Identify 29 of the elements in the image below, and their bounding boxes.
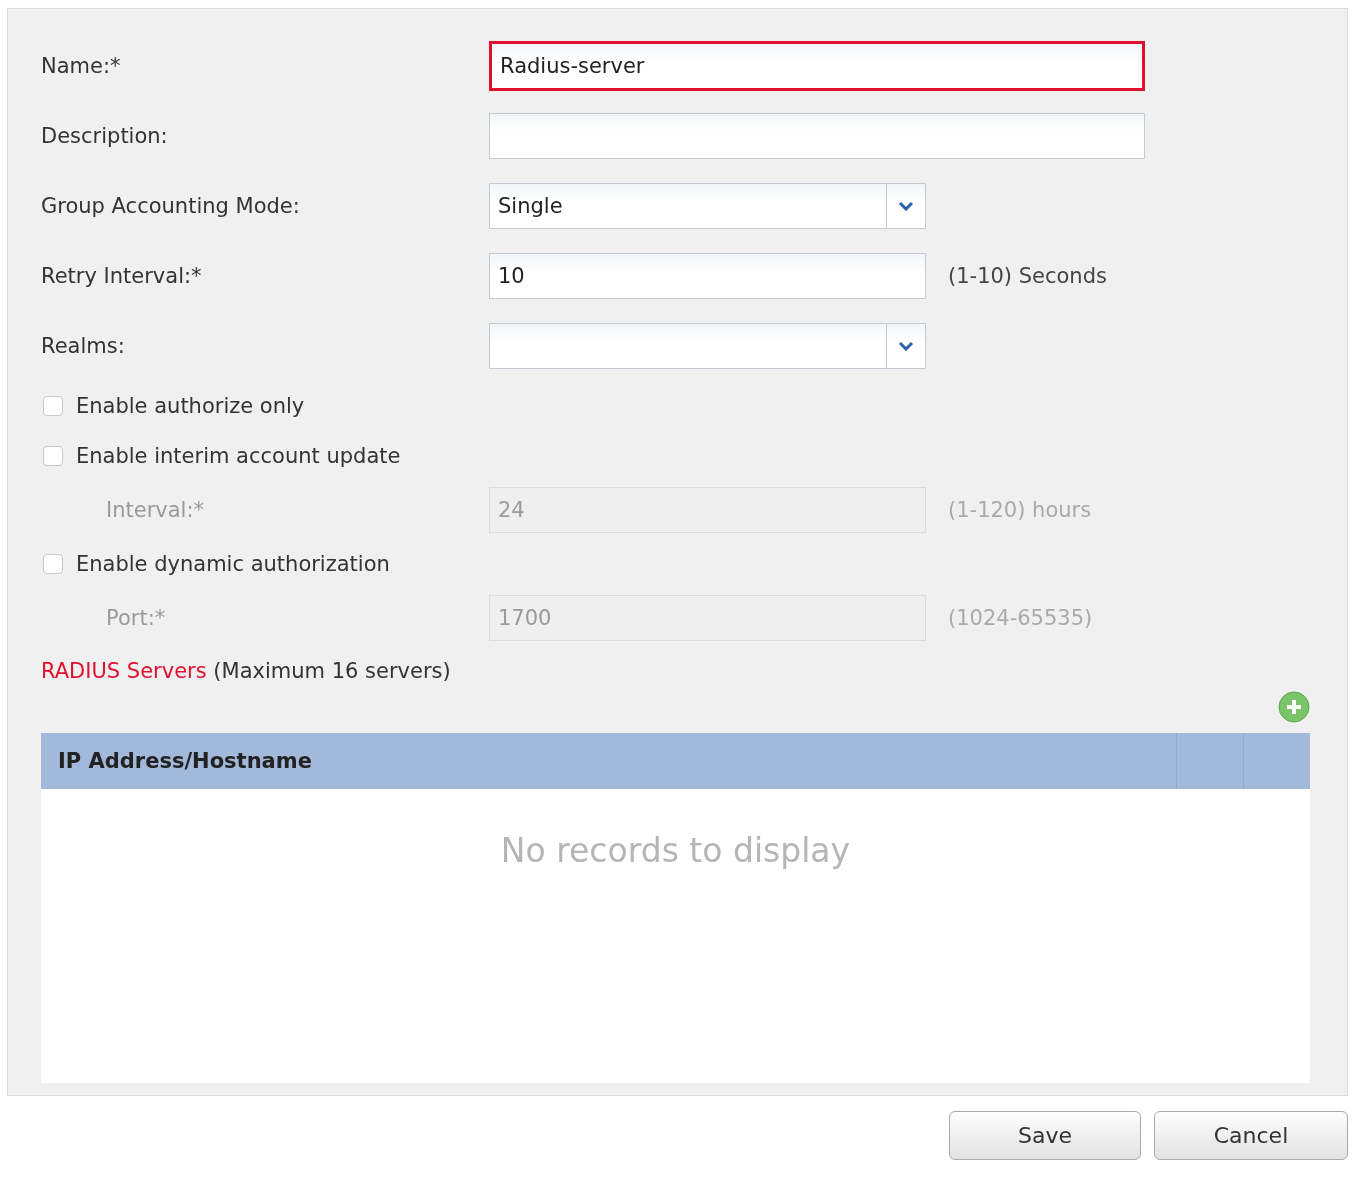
checkbox[interactable] bbox=[43, 554, 63, 574]
field-label: Description: bbox=[41, 124, 169, 148]
text-field[interactable]: 10 bbox=[489, 253, 926, 299]
field-label: Interval:* bbox=[106, 498, 205, 522]
checkbox[interactable] bbox=[43, 446, 63, 466]
text-field[interactable]: Radius-server bbox=[489, 41, 1145, 91]
section-heading: RADIUS Servers (Maximum 16 servers) bbox=[41, 659, 452, 683]
range-hint: (1024-65535) bbox=[948, 606, 1093, 630]
checkbox-label: Enable dynamic authorization bbox=[76, 552, 390, 576]
chevron-down-icon bbox=[898, 201, 914, 211]
field-label: Realms: bbox=[41, 334, 126, 358]
checkbox[interactable] bbox=[43, 396, 63, 416]
column-header[interactable]: IP Address/Hostname bbox=[41, 733, 1176, 789]
cancel-button[interactable]: Cancel bbox=[1154, 1111, 1348, 1160]
dropdown[interactable] bbox=[489, 323, 926, 369]
checkbox-label: Enable interim account update bbox=[76, 444, 401, 468]
field-label: Retry Interval:* bbox=[41, 264, 203, 288]
add-icon[interactable] bbox=[1278, 691, 1310, 723]
field-label: Port:* bbox=[106, 606, 167, 630]
range-hint: (1-10) Seconds bbox=[948, 264, 1107, 288]
save-button[interactable]: Save bbox=[949, 1111, 1141, 1160]
range-hint: (1-120) hours bbox=[948, 498, 1092, 522]
field-label: Name:* bbox=[41, 54, 122, 78]
empty-message: No records to display bbox=[500, 831, 851, 870]
field-label: Group Accounting Mode: bbox=[41, 194, 301, 218]
dropdown[interactable]: Single bbox=[489, 183, 926, 229]
text-field[interactable] bbox=[489, 113, 1145, 159]
chevron-down-icon bbox=[898, 341, 914, 351]
checkbox-label: Enable authorize only bbox=[76, 394, 305, 418]
